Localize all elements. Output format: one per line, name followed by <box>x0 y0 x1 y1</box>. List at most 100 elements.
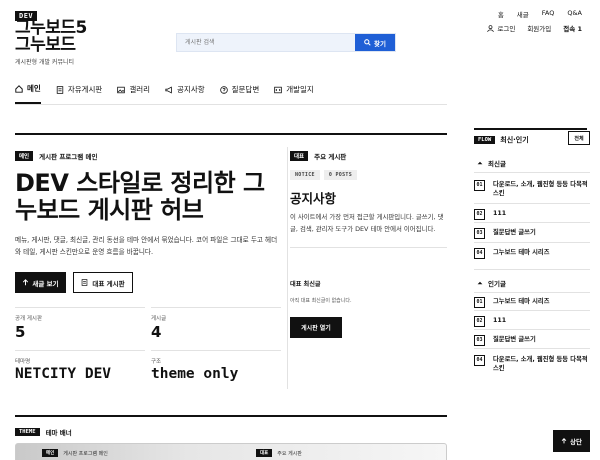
main-board-label: 대표 게시판 <box>92 279 125 288</box>
code-icon <box>274 86 282 93</box>
hero-rule <box>15 133 447 135</box>
nav-label: 질문답변 <box>231 85 260 94</box>
list-item[interactable]: 03 질문답변 글쓰기 <box>474 335 590 346</box>
notice-divider <box>290 247 447 248</box>
signup-link[interactable]: 회원가입 <box>527 23 551 33</box>
sidebar-header: FLOW 최신·인기 <box>474 135 529 145</box>
member-links: 로그인 회원가입 접속 1 <box>487 23 582 33</box>
view-all-button[interactable]: 전체 <box>568 131 590 145</box>
notice-label-tag: NOTICE <box>290 170 320 180</box>
sidebar-tag: FLOW <box>474 136 496 144</box>
nav-label: 개발일지 <box>286 85 314 94</box>
stat-value: 4 <box>151 323 162 341</box>
top-link-faq[interactable]: FAQ <box>542 9 555 19</box>
banner-rule <box>15 415 447 417</box>
list-item-title: 111 <box>493 210 507 217</box>
banner-tag: THEME <box>15 428 40 436</box>
notice-description: 이 사이트에서 가장 먼저 접근할 게시판입니다. 글쓰기, 댓글, 검색, 관… <box>290 213 444 233</box>
site-logo[interactable]: 그누보드5 그누보드 <box>15 20 87 54</box>
notice-empty-text: 아직 대표 최신글이 없습니다. <box>290 298 352 304</box>
arrow-up-icon <box>561 438 567 444</box>
hero-kicker-text: 게시판 프로그램 메인 <box>39 153 98 161</box>
nav-item-free-board[interactable]: 자유게시판 <box>56 84 103 103</box>
nav-item-gallery[interactable]: 갤러리 <box>117 84 150 103</box>
top-link-home[interactable]: 홈 <box>498 9 504 19</box>
arrow-up-icon <box>23 279 29 286</box>
top-link-qa[interactable]: Q&A <box>567 9 582 19</box>
search-button-label: 찾기 <box>374 39 386 48</box>
list-item-title: 질문답변 글쓰기 <box>493 229 536 236</box>
nav-item-notice[interactable]: 공지사항 <box>165 84 205 103</box>
top-links: 홈 새글 FAQ Q&A <box>498 9 582 19</box>
sidebar-divider <box>474 310 590 311</box>
stat-label: 구조 <box>151 359 162 365</box>
site-subtitle: 게시판형 개발 커뮤니티 <box>15 59 75 66</box>
sidebar-divider <box>474 292 590 293</box>
list-item[interactable]: 03 질문답변 글쓰기 <box>474 228 590 239</box>
list-item[interactable]: 02 111 <box>474 209 590 220</box>
visitor-count: 1 <box>577 25 582 33</box>
list-item-title: 다운로드, 소개, 웹진형 등등 다목적 스킨 <box>493 356 588 372</box>
logo-line-2: 그누보드 <box>15 35 76 55</box>
caret-up-icon <box>477 281 483 285</box>
new-posts-button[interactable]: 새글 보기 <box>15 272 66 293</box>
nav-item-qa[interactable]: 질문답변 <box>219 84 260 103</box>
nav-label: 자유게시판 <box>67 85 103 94</box>
sidebar-divider <box>474 329 590 330</box>
recent-heading-label: 최신글 <box>488 160 506 168</box>
stat-label: 게시글 <box>151 316 167 322</box>
recent-heading: 최신글 <box>477 158 506 168</box>
question-icon <box>219 85 228 94</box>
post-count-tag: 0 POSTS <box>323 170 358 180</box>
notice-heading: 주요 게시판 <box>314 153 347 161</box>
banner-inner-text: 주요 게시판 <box>277 450 302 457</box>
list-item[interactable]: 04 다운로드, 소개, 웹진형 등등 다목적 스킨 <box>474 355 590 373</box>
top-link-new[interactable]: 새글 <box>517 9 529 19</box>
stat-divider <box>15 350 145 351</box>
list-item[interactable]: 02 111 <box>474 316 590 327</box>
rank-badge: 03 <box>474 335 485 346</box>
stat-value: 5 <box>15 323 26 341</box>
hero-title: DEV 스타일로 정리한 그누보드 게시판 허브 <box>15 169 265 224</box>
hero-tag: 메인 <box>15 151 34 161</box>
list-item[interactable]: 04 그누보드 테마 시리즈 <box>474 248 590 259</box>
notice-title[interactable]: 공지사항 <box>290 188 336 207</box>
main-board-button[interactable]: 대표 게시판 <box>73 272 133 293</box>
nav-divider <box>15 104 447 105</box>
login-link[interactable]: 로그인 <box>487 23 515 33</box>
image-icon <box>117 86 126 93</box>
notice-tags: NOTICE 0 POSTS <box>290 170 358 180</box>
banner-inner-tag: 대표 <box>256 449 273 457</box>
rank-badge: 01 <box>474 297 485 308</box>
open-board-button[interactable]: 게시판 열기 <box>290 317 342 338</box>
notice-tag: 대표 <box>290 151 309 161</box>
search-input[interactable] <box>177 34 355 51</box>
nav-item-devlog[interactable]: 개발일지 <box>274 84 314 103</box>
notice-latest-label: 대표 최신글 <box>290 281 321 288</box>
popular-heading-label: 인기글 <box>488 280 506 288</box>
list-item-title: 111 <box>493 317 507 324</box>
list-item-title: 질문답변 글쓰기 <box>493 336 536 343</box>
theme-banner[interactable]: 메인 게시판 프로그램 메인 대표 주요 게시판 <box>15 443 447 460</box>
nav-item-main[interactable]: 메인 <box>15 83 41 104</box>
scroll-top-button[interactable]: 상단 <box>553 430 590 452</box>
stat-divider <box>151 307 281 308</box>
sidebar-divider <box>474 242 590 243</box>
list-item-title: 그누보드 테마 시리즈 <box>493 298 550 305</box>
megaphone-icon <box>165 86 172 93</box>
column-divider <box>287 147 288 389</box>
stat-value: theme only <box>151 366 239 382</box>
banner-header: THEME 테마 배너 <box>15 427 72 437</box>
search-button[interactable]: 찾기 <box>355 34 395 51</box>
rank-badge: 03 <box>474 228 485 239</box>
search-icon <box>364 39 371 46</box>
hero-description: 메뉴, 게시판, 댓글, 최신글, 관리 동선을 테마 안에서 묶었습니다. 코… <box>15 236 278 256</box>
popular-heading: 인기글 <box>477 278 506 288</box>
sidebar-divider <box>474 222 590 223</box>
list-item[interactable]: 01 다운로드, 소개, 웹진형 등등 다목적 스킨 <box>474 180 590 198</box>
caret-up-icon <box>477 161 483 165</box>
banner-inner-text: 게시판 프로그램 메인 <box>63 450 108 457</box>
list-item[interactable]: 01 그누보드 테마 시리즈 <box>474 297 590 308</box>
document-icon <box>82 279 88 286</box>
list-item-title: 그누보드 테마 시리즈 <box>493 249 550 256</box>
